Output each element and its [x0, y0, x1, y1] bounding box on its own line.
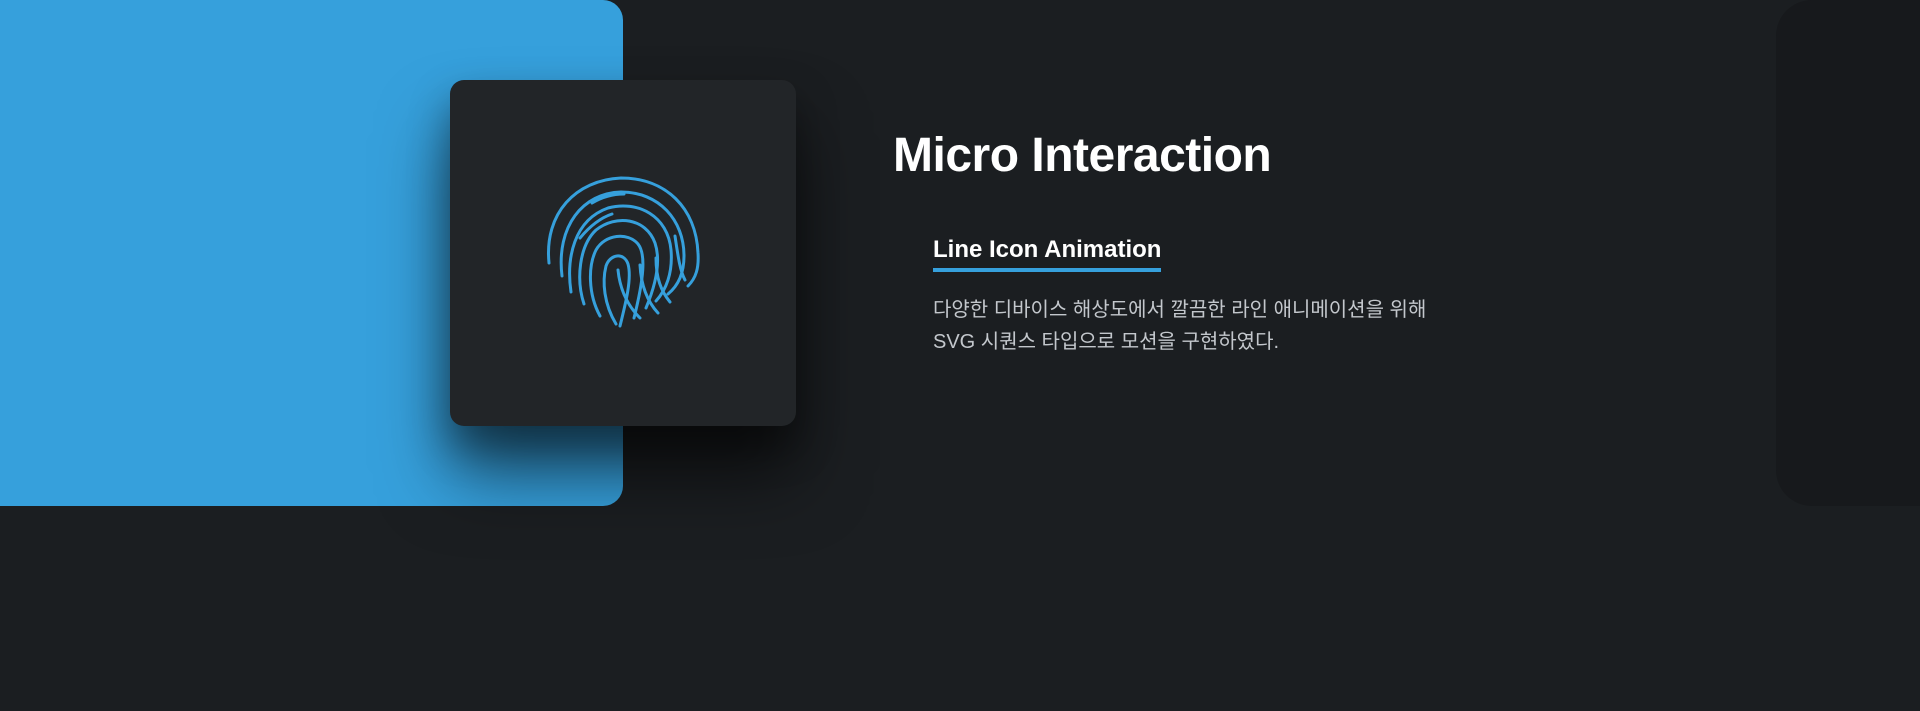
fingerprint-icon — [547, 176, 700, 328]
description-line: SVG 시퀀스 타입으로 모션을 구현하였다. — [933, 331, 1280, 353]
section-subtitle: Line Icon Animation — [933, 236, 1162, 272]
section-title: Micro Interaction — [893, 129, 1272, 182]
icon-card — [450, 80, 796, 426]
next-slide-panel — [1776, 0, 1920, 506]
description-line: 다양한 디바이스 해상도에서 깔끔한 라인 애니메이션을 위해 — [933, 299, 1427, 321]
section-description: 다양한 디바이스 해상도에서 깔끔한 라인 애니메이션을 위해 SVG 시퀀스 … — [933, 294, 1493, 358]
